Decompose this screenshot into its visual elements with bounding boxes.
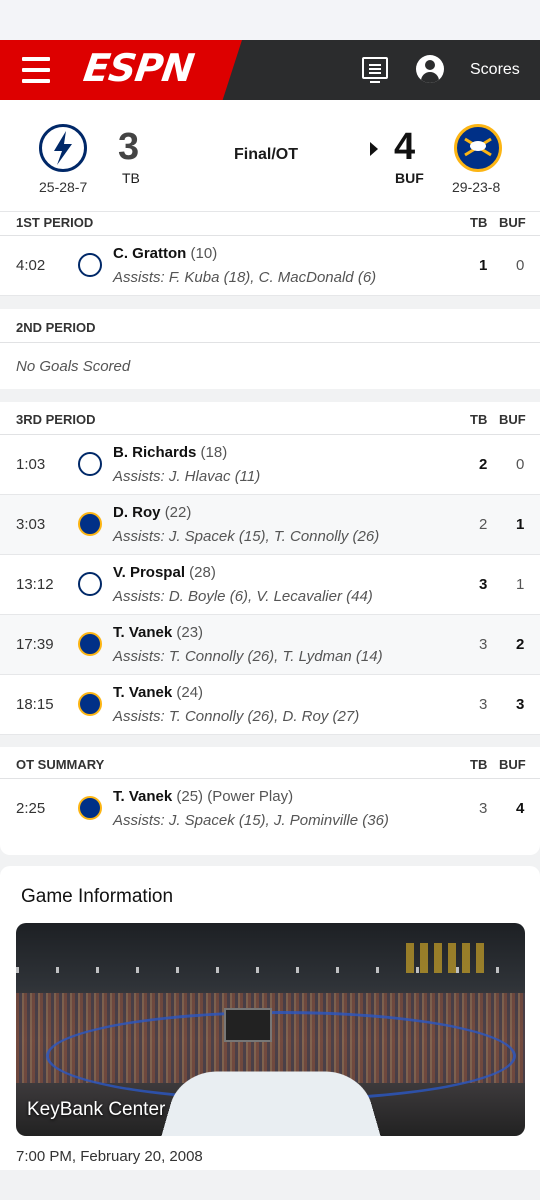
col-tb: TB [470,757,488,772]
score-tb: 2 [479,456,488,473]
goal-time: 3:03 [16,516,46,533]
goal-row[interactable]: 1:03 B. Richards (18) Assists: J. Hlavac… [0,435,540,495]
home-abbr: BUF [395,170,424,186]
col-buf: BUF [499,757,526,772]
goal-scorer: T. Vanek (25) (Power Play) [113,788,294,805]
goal-row[interactable]: 3:03 D. Roy (22) Assists: J. Spacek (15)… [0,495,540,555]
goal-time: 17:39 [16,636,54,653]
score-buf: 1 [516,516,525,533]
goal-scorer: C. Gratton (10) [113,245,218,262]
score-buf: 4 [516,800,525,817]
goal-time: 1:03 [16,456,46,473]
menu-icon[interactable] [22,57,50,83]
period-header: 3RD PERIOD TB BUF [0,402,540,435]
tb-team-icon [78,452,102,476]
tv-guide-icon[interactable] [362,57,388,83]
game-status: Final/OT [234,146,298,163]
period-label: 1ST PERIOD [16,215,94,230]
espn-logo[interactable]: ESPN [81,46,196,90]
col-tb: TB [470,215,488,230]
goal-assists: Assists: J. Spacek (15), J. Pominville (… [113,812,389,829]
account-icon[interactable] [416,55,444,83]
score-tb: 3 [479,800,488,817]
score-tb: 3 [479,636,488,653]
goal-assists: Assists: J. Hlavac (11) [113,468,261,485]
period-label: 3RD PERIOD [16,412,96,427]
top-nav-bar: ESPN Scores [0,40,540,100]
score-buf: 3 [516,696,525,713]
goal-row[interactable]: 2:25 T. Vanek (25) (Power Play) Assists:… [0,779,540,839]
score-buf: 0 [516,257,525,274]
col-buf: BUF [499,215,526,230]
col-tb: TB [470,412,488,427]
ot-summary-section: OT SUMMARY TB BUF 2:25 T. Vanek (25) (Po… [0,747,540,855]
period-label: 2ND PERIOD [16,320,96,335]
section-title: Game Information [21,886,174,907]
goal-scorer: T. Vanek (23) [113,624,204,641]
goal-row[interactable]: 18:15 T. Vanek (24) Assists: T. Connolly… [0,675,540,735]
period-2-section: 2ND PERIOD No Goals Scored [0,309,540,389]
away-abbr: TB [122,170,140,186]
goal-assists: Assists: T. Connolly (26), D. Roy (27) [113,708,360,725]
winner-arrow-icon [370,142,378,156]
game-scoreboard[interactable]: 25-28-7 3 TB Final/OT 4 BUF 29-23-8 [0,100,540,212]
home-record: 29-23-8 [452,179,501,195]
away-record: 25-28-7 [39,179,88,195]
period-header: 2ND PERIOD [0,309,540,343]
goal-time: 2:25 [16,800,46,817]
game-information-card: Game Information KeyBank Center 7:00 PM,… [0,866,540,1170]
scores-link[interactable]: Scores [470,61,520,79]
tb-team-icon [78,253,102,277]
period-header: 1ST PERIOD TB BUF [0,212,540,236]
goal-assists: Assists: D. Boyle (6), V. Lecavalier (44… [113,588,373,605]
score-buf: 1 [516,576,525,593]
goal-time: 13:12 [16,576,54,593]
goal-scorer: D. Roy (22) [113,504,192,521]
status-strip [0,0,540,40]
score-tb: 1 [479,257,488,274]
goal-time: 18:15 [16,696,54,713]
buf-team-icon [78,512,102,536]
goal-scorer: T. Vanek (24) [113,684,204,701]
period-header: OT SUMMARY TB BUF [0,747,540,779]
score-tb: 3 [479,576,488,593]
buffalo-logo-icon [454,124,502,172]
away-score: 3 [118,126,140,168]
goal-row[interactable]: 4:02 C. Gratton (10) Assists: F. Kuba (1… [0,236,540,296]
goal-assists: Assists: T. Connolly (26), T. Lydman (14… [113,648,383,665]
score-tb: 2 [479,516,488,533]
goal-scorer: V. Prospal (28) [113,564,216,581]
home-score: 4 [394,126,416,168]
col-buf: BUF [499,412,526,427]
tb-team-icon [78,572,102,596]
arena-image[interactable]: KeyBank Center [16,923,525,1136]
score-buf: 2 [516,636,525,653]
buf-team-icon [78,632,102,656]
game-datetime: 7:00 PM, February 20, 2008 [16,1148,203,1165]
buf-team-icon [78,692,102,716]
score-tb: 3 [479,696,488,713]
period-label: OT SUMMARY [16,757,105,772]
tampa-bay-logo-icon [39,124,87,172]
period-1-section: 1ST PERIOD TB BUF 4:02 C. Gratton (10) A… [0,212,540,296]
period-3-section: 3RD PERIOD TB BUF 1:03 B. Richards (18) … [0,402,540,735]
goal-scorer: B. Richards (18) [113,444,228,461]
no-goals-message: No Goals Scored [16,358,131,375]
venue-name: KeyBank Center [27,1099,166,1120]
goal-assists: Assists: F. Kuba (18), C. MacDonald (6) [113,269,377,286]
score-buf: 0 [516,456,525,473]
goal-assists: Assists: J. Spacek (15), T. Connolly (26… [113,528,380,545]
buf-team-icon [78,796,102,820]
goal-row[interactable]: 17:39 T. Vanek (23) Assists: T. Connolly… [0,615,540,675]
jumbotron [224,1008,272,1042]
goal-row[interactable]: 13:12 V. Prospal (28) Assists: D. Boyle … [0,555,540,615]
goal-time: 4:02 [16,257,46,274]
